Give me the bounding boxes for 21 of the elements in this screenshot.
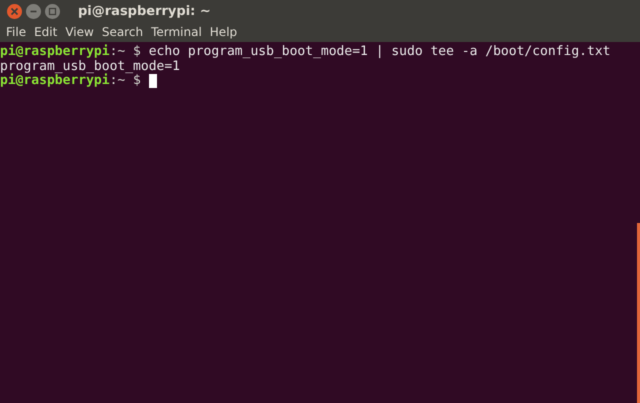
text-cursor [148,74,157,88]
prompt-user-host: pi@raspberrypi [0,45,110,60]
menu-item[interactable]: Help [206,25,242,39]
maximize-button[interactable] [45,4,60,18]
window-title: pi@raspberrypi: ~ [78,4,211,18]
close-icon [10,6,19,16]
scrollbar[interactable] [637,223,640,403]
prompt-user-host: pi@raspberrypi [0,74,110,89]
output-text: program_usb_boot_mode=1 [0,60,180,74]
menu-item[interactable]: Search [98,25,148,39]
minimize-button[interactable] [26,4,41,18]
menu-item[interactable]: View [61,25,98,39]
prompt-path: :~ $ [110,74,141,89]
maximize-icon [48,6,57,16]
prompt-path: :~ $ [110,45,141,60]
command-text: echo program_usb_boot_mode=1 | sudo tee -a /boot/config.txt [148,45,610,60]
menu-item[interactable]: Terminal [147,25,206,39]
close-button[interactable] [7,4,22,18]
menu-item[interactable]: File [2,25,30,39]
terminal-area[interactable]: pi@raspberrypi:~ $ echo program_usb_boot_mode=1 | sudo tee -a /boot/config.txt program_usb_boot_mode=1 pi@raspberrypi:~ $ [0,42,640,403]
menu-item[interactable]: Edit [30,25,62,39]
